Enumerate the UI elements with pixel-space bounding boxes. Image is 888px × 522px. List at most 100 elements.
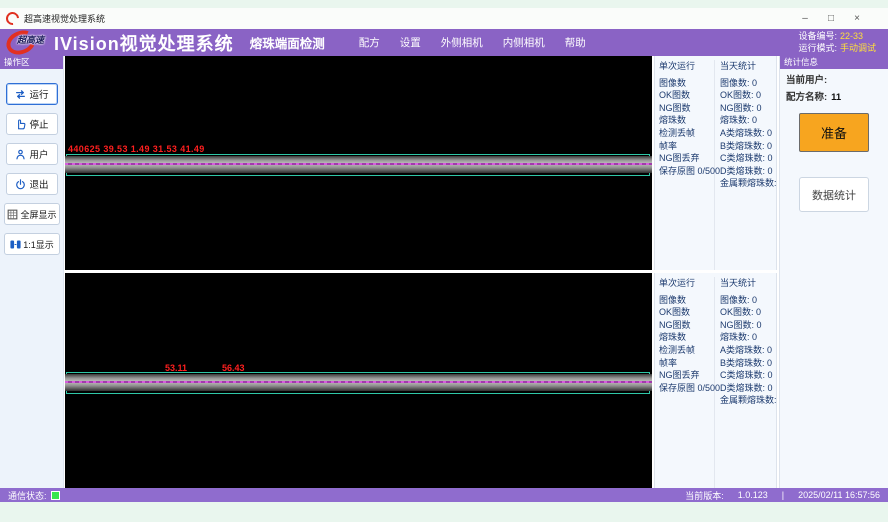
menu-bar: 配方 设置 外侧相机 内侧相机 帮助: [359, 35, 586, 50]
stat-row: 帧率: [659, 357, 714, 370]
stat-row: NG图数: 0: [720, 102, 784, 115]
run-button[interactable]: 运行: [6, 83, 58, 105]
window-title: 超高速视觉处理系统: [24, 12, 105, 25]
statusbar-separator: |: [782, 490, 784, 500]
stat-row: A类熔珠数: 0: [720, 344, 784, 357]
stat-row: 保存原图 0/500: [659, 382, 714, 395]
exit-button-label: 退出: [29, 177, 48, 191]
device-number-label: 设备编号:: [798, 31, 837, 41]
main-area: 操作区 运行停止用户退出全屏显示 1:1显示 440625 39.53 1.49 …: [0, 56, 888, 488]
stats-panel-top: 单次运行图像数OK图数NG图数熔珠数检测丢帧帧率NG图丢弃保存原图 0/500当…: [654, 56, 777, 270]
today-stats-column: 当天统计图像数: 0OK图数: 0NG图数: 0熔珠数: 0A类熔珠数: 0B类…: [715, 277, 784, 488]
prepare-button[interactable]: 准备: [799, 113, 869, 152]
recipe-name-label: 配方名称:: [786, 92, 827, 103]
stat-row: 熔珠数: 0: [720, 114, 784, 127]
menu-help[interactable]: 帮助: [565, 35, 586, 50]
version-value: 1.0.123: [738, 490, 768, 500]
detection-trace-line: [65, 163, 652, 165]
stat-row: B类熔珠数: 0: [720, 357, 784, 370]
stats-panel-bottom: 单次运行图像数OK图数NG图数熔珠数检测丢帧帧率NG图丢弃保存原图 0/500当…: [654, 273, 777, 488]
stat-row: 图像数: 0: [720, 77, 784, 90]
stat-row: D类熔珠数: 0: [720, 165, 784, 178]
close-button[interactable]: ×: [846, 13, 868, 24]
stat-row: 检测丢帧: [659, 127, 714, 140]
user-button[interactable]: 用户: [6, 143, 58, 165]
run-button-label: 运行: [29, 87, 48, 101]
today-stats-title: 当天统计: [720, 277, 784, 290]
measurement-annotation: 440625 39.53 1.49 31.53 41.49: [68, 144, 205, 154]
app-header: 超高速 IVision视觉处理系统 熔珠端面检测 配方设置外侧相机内侧相机帮助 …: [0, 29, 888, 56]
menu-settings[interactable]: 设置: [400, 35, 421, 50]
device-number-value: 22-33: [840, 31, 863, 41]
stat-row: OK图数: 0: [720, 306, 784, 319]
stat-row: 熔珠数: [659, 114, 714, 127]
single-run-column: 单次运行图像数OK图数NG图数熔珠数检测丢帧帧率NG图丢弃保存原图 0/500: [659, 277, 715, 488]
stop-hand-icon: [14, 118, 27, 131]
fullscreen-grid-icon: [6, 208, 19, 221]
info-panel-title: 统计信息: [780, 56, 888, 69]
stop-button-label: 停止: [29, 117, 48, 131]
statistics-column: 单次运行图像数OK图数NG图数熔珠数检测丢帧帧率NG图丢弃保存原图 0/500当…: [654, 56, 777, 488]
stat-row: NG图数: 0: [720, 319, 784, 332]
version-label: 当前版本:: [685, 489, 724, 502]
outer-camera-view: 440625 39.53 1.49 31.53 41.49: [65, 56, 652, 270]
one-to-one-button[interactable]: 1:1显示: [4, 233, 60, 255]
single-run-column: 单次运行图像数OK图数NG图数熔珠数检测丢帧帧率NG图丢弃保存原图 0/500: [659, 60, 715, 270]
stat-row: NG图丢弃: [659, 152, 714, 165]
menu-recipe[interactable]: 配方: [359, 35, 380, 50]
stat-row: 熔珠数: 0: [720, 331, 784, 344]
comm-status-indicator: [51, 491, 60, 500]
titlebar: 超高速视觉处理系统 – □ ×: [0, 8, 888, 29]
one-to-one-button-label: 1:1显示: [23, 238, 54, 251]
user-button-label: 用户: [29, 147, 48, 161]
stat-row: OK图数: [659, 89, 714, 102]
stat-row: NG图数: [659, 102, 714, 115]
fullscreen-button-label: 全屏显示: [20, 208, 56, 221]
current-user-label: 当前用户:: [786, 75, 827, 86]
brand-logo: 超高速: [6, 31, 50, 54]
run-mode-label: 运行模式:: [798, 43, 837, 53]
stat-row: C类熔珠数: 0: [720, 152, 784, 165]
camera-viewport: 440625 39.53 1.49 31.53 41.49 53.11 56.4…: [65, 56, 652, 488]
menu-outer-camera[interactable]: 外侧相机: [441, 35, 483, 50]
status-bar: 通信状态: 当前版本: 1.0.123 | 2025/02/11 16:57:5…: [0, 488, 888, 502]
stat-row: C类熔珠数: 0: [720, 369, 784, 382]
single-run-title: 单次运行: [659, 277, 714, 290]
recipe-row: 配方名称: 11: [780, 86, 888, 103]
data-statistics-button[interactable]: 数据统计: [799, 177, 869, 212]
stat-row: 检测丢帧: [659, 344, 714, 357]
run-icon: [14, 88, 27, 101]
app-icon: [3, 9, 21, 27]
app-window: 超高速视觉处理系统 – □ × 超高速 IVision视觉处理系统 熔珠端面检测…: [0, 8, 888, 502]
app-title: IVision视觉处理系统: [54, 30, 234, 56]
user-icon: [14, 148, 27, 161]
stat-row: A类熔珠数: 0: [720, 127, 784, 140]
current-user-row: 当前用户:: [780, 69, 888, 86]
today-stats-title: 当天统计: [720, 60, 784, 73]
stat-row: 图像数: [659, 294, 714, 307]
minimize-button[interactable]: –: [794, 13, 816, 24]
fullscreen-button[interactable]: 全屏显示: [4, 203, 60, 225]
power-icon: [14, 178, 27, 191]
run-mode-value: 手动调试: [840, 43, 876, 53]
single-run-title: 单次运行: [659, 60, 714, 73]
stat-row: 图像数: 0: [720, 294, 784, 307]
inner-camera-view: 53.11 56.43: [65, 273, 652, 488]
stat-row: OK图数: [659, 306, 714, 319]
stat-row: B类熔珠数: 0: [720, 140, 784, 153]
stat-row: OK图数: 0: [720, 89, 784, 102]
maximize-button[interactable]: □: [820, 13, 842, 24]
sidebar-title: 操作区: [0, 56, 63, 69]
stat-row: D类熔珠数: 0: [720, 382, 784, 395]
menu-inner-camera[interactable]: 内侧相机: [503, 35, 545, 50]
stat-row: 金属颗熔珠数: 0: [720, 177, 784, 190]
today-stats-column: 当天统计图像数: 0OK图数: 0NG图数: 0熔珠数: 0A类熔珠数: 0B类…: [715, 60, 784, 270]
info-panel: 统计信息 当前用户: 配方名称: 11 准备 数据统计: [779, 56, 888, 488]
stop-button[interactable]: 停止: [6, 113, 58, 135]
operation-sidebar: 操作区 运行停止用户退出全屏显示 1:1显示: [0, 56, 64, 488]
exit-button[interactable]: 退出: [6, 173, 58, 195]
stat-row: 金属颗熔珠数: 0: [720, 394, 784, 407]
recipe-name-value: 11: [831, 92, 841, 103]
app-subtitle: 熔珠端面检测: [250, 33, 325, 52]
stat-row: 保存原图 0/500: [659, 165, 714, 178]
